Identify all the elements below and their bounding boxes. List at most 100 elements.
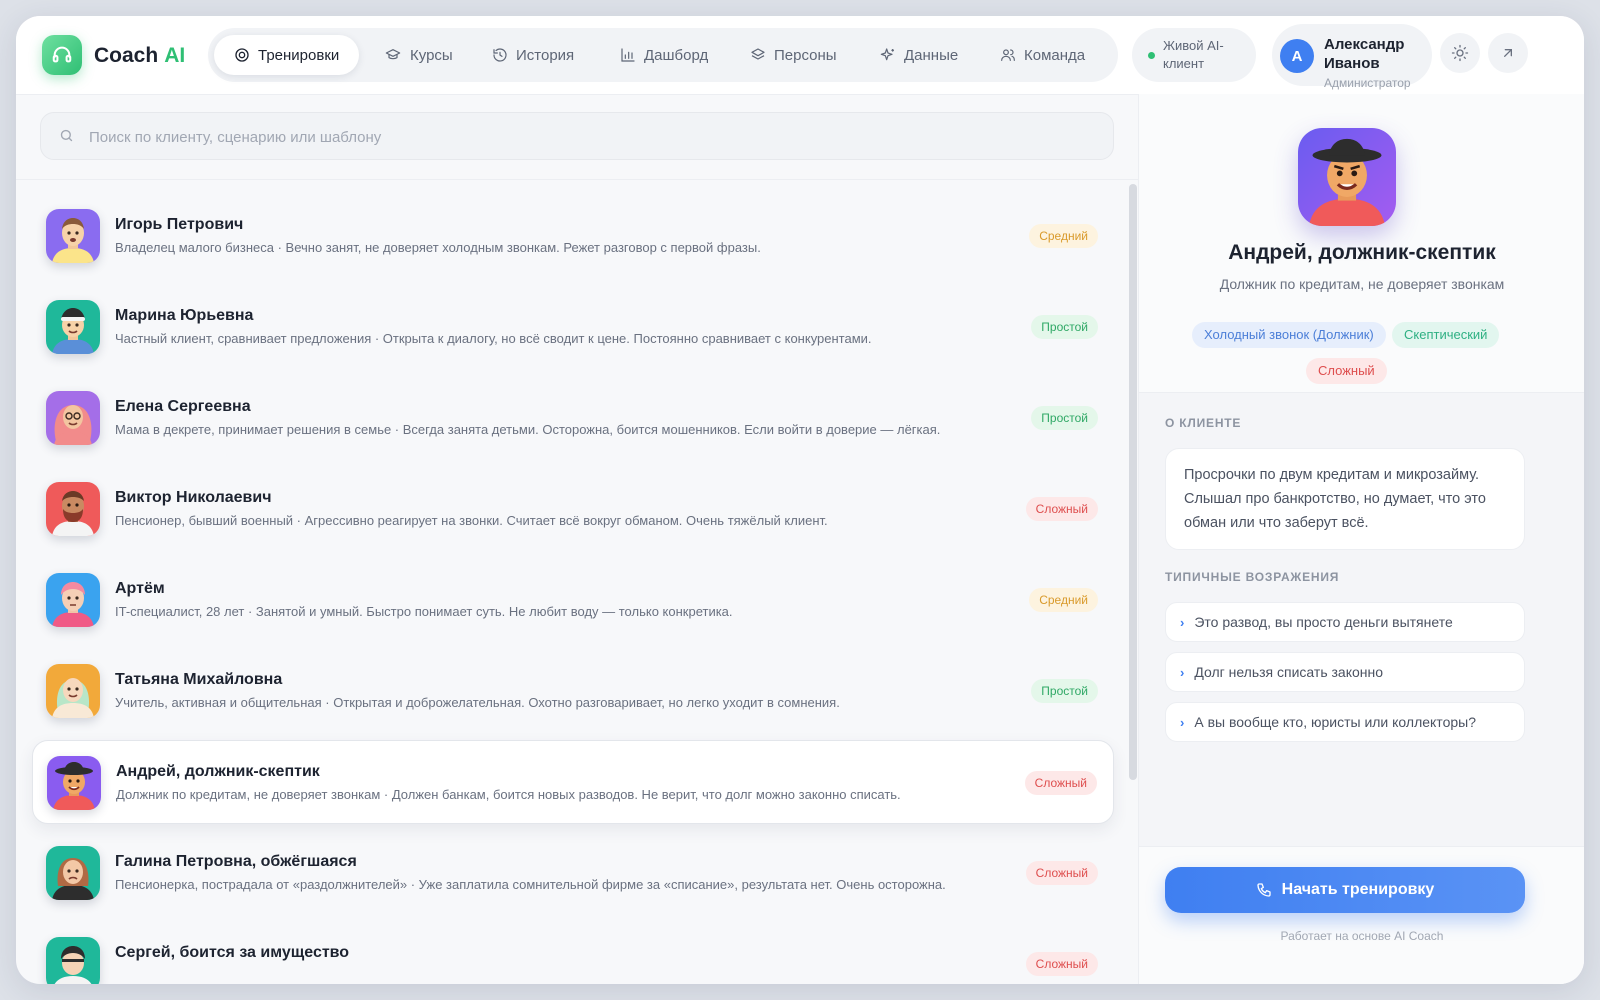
start-area: Начать тренировку Работает на основе AI … <box>1139 846 1584 984</box>
client-name: Елена Сергеевна <box>115 398 251 415</box>
nav-item-team[interactable]: Команда <box>980 35 1105 75</box>
status-dot <box>1148 51 1155 59</box>
sun-icon <box>1451 44 1469 62</box>
client-row-andrey[interactable]: Андрей, должник-скептик Должник по креди… <box>32 740 1114 824</box>
search-icon <box>60 129 73 142</box>
sparkle-icon <box>880 48 894 61</box>
detail-subtitle: Должник по кредитам, не доверяет звонкам <box>1219 276 1505 292</box>
client-row-viktor[interactable]: Виктор Николаевич Пенсионер, бывший воен… <box>32 467 1114 551</box>
client-description: Частный клиент, сравнивает предложения ·… <box>115 331 872 346</box>
live-status-text: Живой AI-клиент <box>1163 38 1224 71</box>
client-name: Галина Петровна, обжёгшаяся <box>115 853 357 870</box>
brand-name: Coach AI <box>94 44 186 67</box>
about-label: О КЛИЕНТЕ <box>1165 416 1242 430</box>
objection-item[interactable]: › Это развод, вы просто деньги вытянете <box>1165 602 1525 642</box>
chevron-right-icon: › <box>1180 614 1185 630</box>
difficulty-badge: Средний <box>1029 588 1098 612</box>
client-description: Учитель, активная и общительная · Открыт… <box>115 695 840 710</box>
search-bar <box>40 112 1114 161</box>
nav-item-trainings[interactable]: Тренировки <box>214 35 360 75</box>
detail-header: Андрей, должник-скептик Должник по креди… <box>1139 94 1584 393</box>
phone-icon <box>1257 883 1271 897</box>
client-name: Виктор Николаевич <box>115 489 272 506</box>
client-name: Игорь Петрович <box>115 216 244 233</box>
client-description: Владелец малого бизнеса · Вечно занят, н… <box>115 240 761 255</box>
objections-label: ТИПИЧНЫЕ ВОЗРАЖЕНИЯ <box>1165 570 1340 584</box>
difficulty-badge: Простой <box>1031 406 1098 430</box>
difficulty-badge: Средний <box>1029 224 1098 248</box>
client-description: Пенсионерка, пострадала от «раздолжнител… <box>115 877 946 892</box>
client-row-igor[interactable]: Игорь Петрович Владелец малого бизнеса ·… <box>32 194 1114 278</box>
client-name: Андрей, должник-скептик <box>116 763 320 780</box>
powered-by: Работает на основе AI Coach <box>1280 929 1444 943</box>
nav-item-history[interactable]: История <box>472 35 594 75</box>
bar-chart-icon <box>621 48 635 62</box>
objection-text: Это развод, вы просто деньги вытянете <box>1194 614 1453 630</box>
objection-text: Долг нельзя списать законно <box>1194 664 1384 680</box>
client-name: Марина Юрьевна <box>115 307 254 324</box>
client-name: Артём <box>115 580 165 597</box>
avatar: А <box>1280 39 1314 73</box>
brand-suffix: AI <box>164 44 186 67</box>
client-avatar <box>46 573 100 627</box>
layers-icon <box>751 48 765 60</box>
client-name: Татьяна Михайловна <box>115 671 283 688</box>
objection-item[interactable]: › Долг нельзя списать законно <box>1165 652 1525 692</box>
external-link-button[interactable] <box>1488 33 1528 73</box>
tag-scenario: Холодный звонок (Должник) <box>1192 322 1386 348</box>
client-description: Пенсионер, бывший военный · Агрессивно р… <box>115 513 828 528</box>
chevron-right-icon: › <box>1180 664 1185 680</box>
client-avatar <box>46 391 100 445</box>
user-profile[interactable]: А Александр Иванов Администратор <box>1272 24 1432 90</box>
client-description: Мама в декрете, принимает решения в семь… <box>115 422 941 437</box>
arrow-up-right-icon <box>1504 49 1512 57</box>
client-detail-panel: Андрей, должник-скептик Должник по креди… <box>1138 94 1584 984</box>
about-text: Просрочки по двум кредитам и микрозайму.… <box>1165 448 1525 550</box>
main-nav: Тренировки Курсы История Дашборд Персоны… <box>208 28 1118 82</box>
nav-item-dashboard[interactable]: Дашборд <box>600 35 728 75</box>
difficulty-badge: Сложный <box>1025 952 1098 976</box>
headset-icon <box>52 46 72 63</box>
user-role: Администратор <box>1324 76 1411 90</box>
client-row-sergey[interactable]: Сергей, боится за имущество Сложный <box>32 922 1114 984</box>
theme-toggle-button[interactable] <box>1440 33 1480 73</box>
client-row-marina[interactable]: Марина Юрьевна Частный клиент, сравнивае… <box>32 285 1114 369</box>
start-training-button[interactable]: Начать тренировку <box>1165 867 1525 913</box>
objection-item[interactable]: › А вы вообще кто, юристы или коллекторы… <box>1165 702 1525 742</box>
scrollbar-thumb[interactable] <box>1129 184 1137 780</box>
difficulty-badge: Простой <box>1031 679 1098 703</box>
client-avatar <box>46 209 100 263</box>
client-avatar <box>46 937 100 984</box>
nav-item-data[interactable]: Данные <box>860 35 978 75</box>
client-row-tatiana[interactable]: Татьяна Михайловна Учитель, активная и о… <box>32 649 1114 733</box>
history-icon <box>493 48 507 62</box>
client-description: IT-специалист, 28 лет · Занятой и умный.… <box>115 604 733 619</box>
difficulty-badge: Простой <box>1031 315 1098 339</box>
search-input[interactable] <box>87 113 1101 161</box>
client-row-elena[interactable]: Елена Сергеевна Мама в декрете, принимае… <box>32 376 1114 460</box>
client-avatar <box>46 300 100 354</box>
nav-item-courses[interactable]: Курсы <box>364 35 473 75</box>
users-icon <box>1001 49 1015 61</box>
detail-avatar <box>1298 128 1396 226</box>
client-description: Должник по кредитам, не доверяет звонкам… <box>116 787 901 802</box>
client-avatar <box>46 482 100 536</box>
detail-name: Андрей, должник-скептик <box>1228 241 1496 264</box>
client-row-artem[interactable]: Артём IT-специалист, 28 лет · Занятой и … <box>32 558 1114 642</box>
live-ai-status[interactable]: Живой AI-клиент <box>1132 28 1256 82</box>
graduation-cap-icon <box>385 49 401 60</box>
tag-difficulty: Сложный <box>1306 358 1387 384</box>
client-avatar <box>47 756 101 810</box>
logo[interactable] <box>42 35 82 75</box>
top-bar: Coach AI Тренировки Курсы История Дашборд… <box>16 16 1584 95</box>
client-row-galina[interactable]: Галина Петровна, обжёгшаяся Пенсионерка,… <box>32 831 1114 915</box>
client-avatar <box>46 846 100 900</box>
objection-text: А вы вообще кто, юристы или коллекторы? <box>1194 714 1476 730</box>
difficulty-badge: Сложный <box>1025 497 1098 521</box>
client-list: Игорь Петрович Владелец малого бизнеса ·… <box>16 180 1126 984</box>
nav-item-personas[interactable]: Персоны <box>730 35 857 75</box>
chevron-right-icon: › <box>1180 714 1185 730</box>
client-avatar <box>46 664 100 718</box>
client-name: Сергей, боится за имущество <box>115 944 350 961</box>
user-name: Александр Иванов <box>1324 36 1405 72</box>
